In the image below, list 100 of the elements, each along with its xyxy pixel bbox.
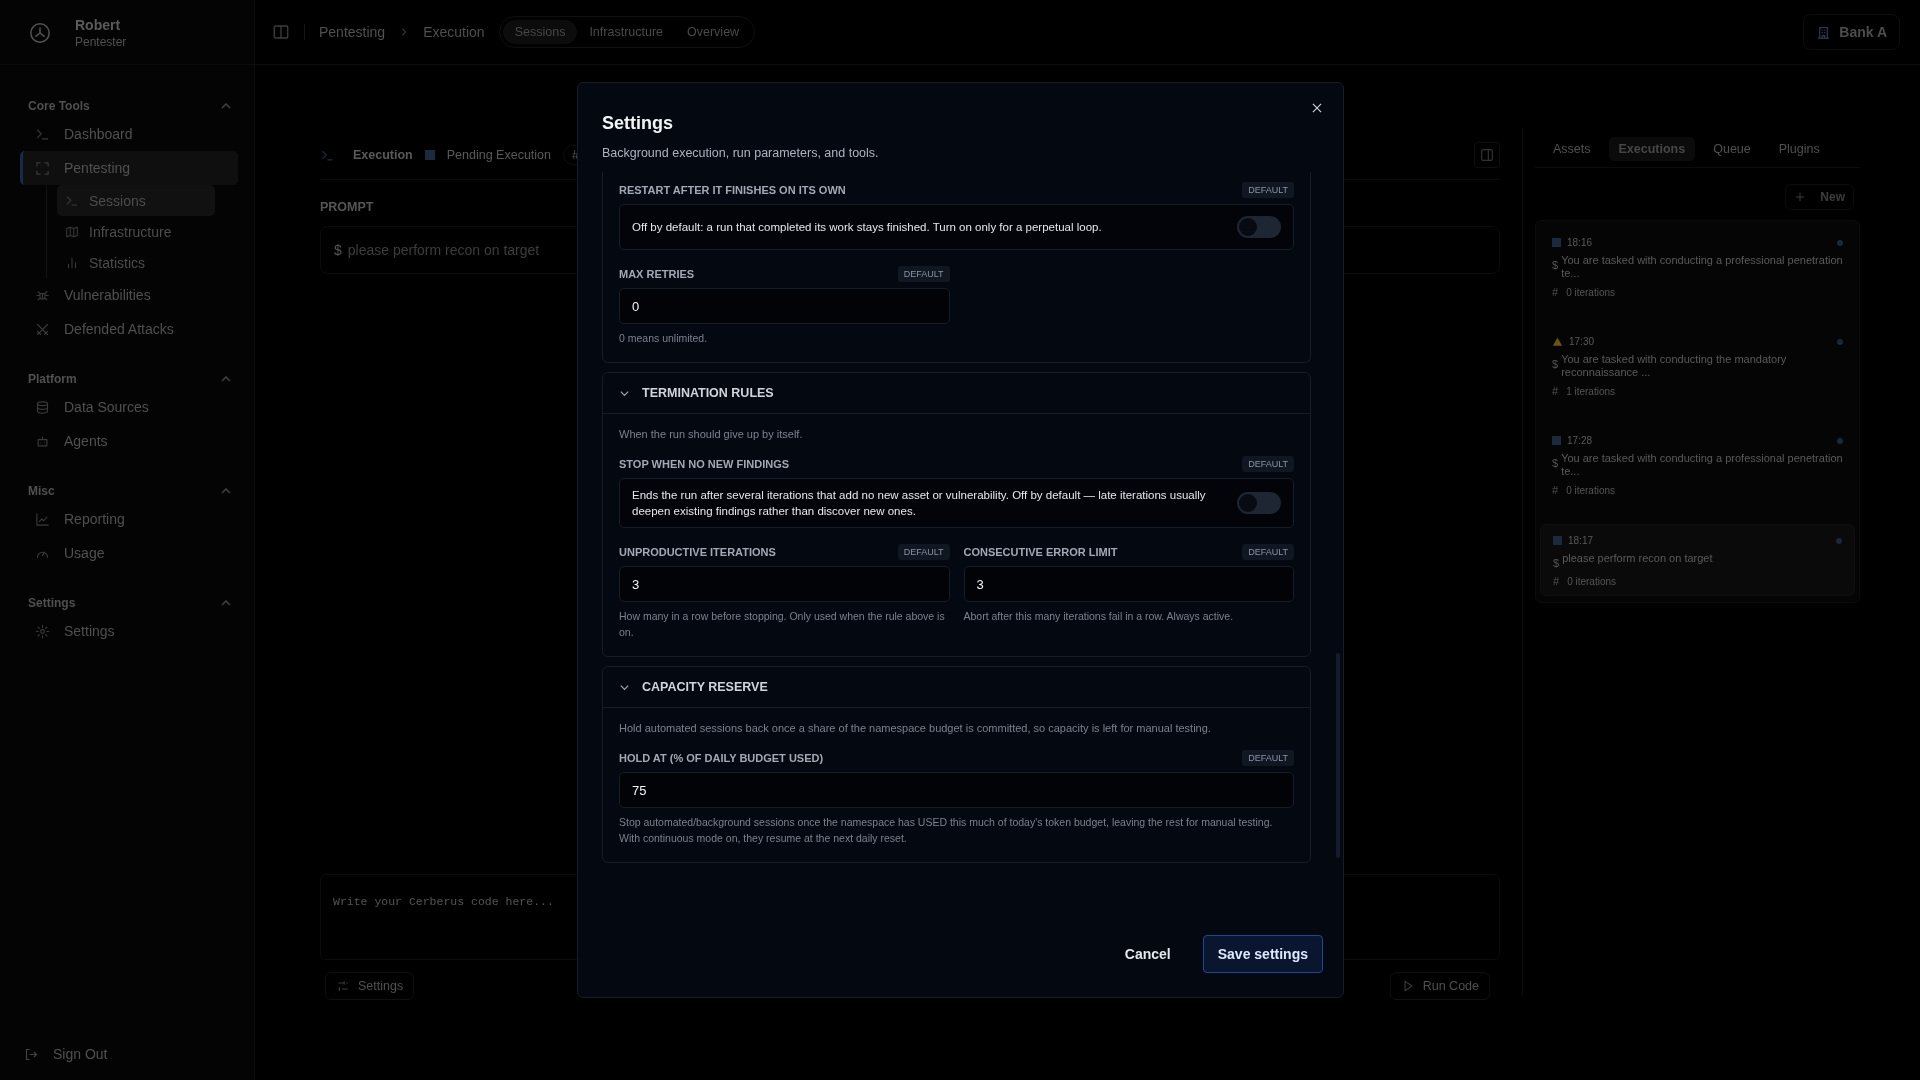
avatar-icon [29,22,51,44]
execution-prompt: You are tasked with conducting a professional penetration te... [1561,452,1843,478]
settings-button[interactable]: Settings [325,972,415,1000]
dot-icon [1836,537,1842,544]
panel-toggle-icon[interactable] [1474,142,1500,168]
number-field[interactable]: 0 [619,288,950,324]
nav-item[interactable]: Dashboard [20,117,238,151]
number-field[interactable]: 3 [963,566,1294,602]
dialog-subtitle: Background execution, run parameters, and tools. [602,146,880,160]
prompt-prefix: $ [1552,357,1559,372]
iteration-count: 1 iterations [1566,385,1616,397]
default-tag: DEFAULT [897,266,950,282]
group-title: Platform [28,372,77,386]
workspace-button[interactable]: Bank A [1803,14,1900,50]
section-header[interactable]: CAPACITY RESERVE [603,667,1310,708]
group-title: Core Tools [28,99,90,113]
execution-item[interactable]: 18:17 $ please perform recon on target # 0 iterations [1540,524,1855,596]
run-code-button[interactable]: Run Code [1389,972,1490,1000]
gear-icon [35,623,50,639]
nav-item[interactable]: Pentesting [20,151,238,185]
terminal-icon [65,193,79,208]
view-tab[interactable]: Sessions [502,20,578,44]
nav-item[interactable]: Data Sources [20,390,238,424]
panel-tab[interactable]: Assets [1543,137,1601,161]
toggle-description: Off by default: a run that completed its work stays finished. Turn on only for a perpetual loop. [632,220,1103,235]
field-hint: How many in a row before stopping. Only used when the rule above is on. [619,609,946,640]
toggle-description: Ends the run after several iterations that add no new asset or vulnerability. Off by default — late iterations usually deepen existing findings rather than discover new ones. [632,488,1207,519]
number-field[interactable]: 75 [619,772,1294,808]
nav-item[interactable]: Vulnerabilities [20,278,238,312]
prompt-prefix: $ [334,242,342,258]
sign-out-link[interactable]: Sign Out [0,1046,254,1080]
prompt-prefix: $ [1552,258,1559,273]
iteration-count: 0 iterations [1566,286,1616,298]
user-name: Robert [75,17,122,33]
prompt-prefix: $ [1553,556,1560,569]
view-tab[interactable]: Overview [675,20,752,44]
section-header[interactable]: TERMINATION RULES [603,373,1310,414]
save-button[interactable]: Save settings [1202,935,1323,973]
execution-item[interactable]: 17:30 $ You are tasked with conducting the mandatory reconnaissance ... # 1 iterations [1540,326,1855,405]
dot-icon [1837,437,1843,444]
breadcrumb-link[interactable]: Pentesting [319,24,386,40]
sign-out-icon [24,1046,39,1062]
database-icon [35,399,50,415]
iteration-count: 0 iterations [1566,484,1616,496]
nav-item[interactable]: Defended Attacks [20,312,238,346]
cancel-button[interactable]: Cancel [1116,936,1179,972]
nav-subitem[interactable]: Infrastructure [57,216,215,247]
count-prefix: # [1553,575,1560,587]
default-tag: DEFAULT [897,544,950,560]
execution-time: 17:28 [1567,435,1593,446]
field-label: UNPRODUCTIVE ITERATIONS [619,546,776,558]
execution-time: 18:17 [1568,535,1594,546]
field-label: STOP WHEN NO NEW FINDINGS [619,458,790,470]
panel-tab[interactable]: Executions [1608,137,1696,161]
nav-item[interactable]: Settings [20,614,238,648]
breadcrumb-link[interactable]: Execution [423,24,485,40]
map-icon [65,224,79,239]
panel-tab[interactable]: Plugins [1768,137,1830,161]
execution-item[interactable]: 18:16 $ You are tasked with conducting a professional penetration te... # 0 iterations [1540,227,1855,306]
count-prefix: # [1552,484,1559,496]
execution-prompt: please perform recon on target [1562,552,1713,566]
iteration-count: 0 iterations [1567,575,1617,587]
panel-tab[interactable]: Queue [1703,137,1761,161]
number-field[interactable]: 3 [619,566,950,602]
section-description: When the run should give up by itself. [619,428,804,440]
count-prefix: # [1552,385,1559,397]
line-chart-icon [35,511,50,527]
default-tag: DEFAULT [1242,456,1294,472]
view-tab[interactable]: Infrastructure [577,20,676,44]
nav-item[interactable]: Agents [20,424,238,458]
user-role: Pentester [75,35,127,49]
terminal-icon [35,126,50,142]
group-title: Settings [28,596,76,610]
execution-item[interactable]: 17:28 $ You are tasked with conducting a professional penetration te... # 0 iterations [1540,425,1855,504]
execution-time: 17:30 [1569,336,1595,347]
robot-icon [35,433,50,449]
field-label: RESTART AFTER IT FINISHES ON ITS OWN [619,184,846,196]
new-button[interactable]: New [1785,184,1854,210]
execution-status: Pending Execution [446,148,551,162]
dialog-title: Settings [602,113,674,134]
toggle-switch[interactable] [1237,216,1281,238]
field-label: CONSECUTIVE ERROR LIMIT [963,546,1118,558]
nav-item[interactable]: Usage [20,536,238,570]
dot-icon [1837,338,1843,345]
close-icon[interactable] [1310,101,1324,115]
sidebar-toggle-icon[interactable] [272,23,290,41]
nav-subitem[interactable]: Statistics [57,247,215,278]
execution-time: 18:16 [1567,237,1593,248]
prompt-label: PROMPT [320,200,375,214]
sliders-icon [336,979,350,993]
execution-prompt: You are tasked with conducting a professional penetration te... [1561,254,1843,280]
prompt-text: please perform recon on target [347,242,540,258]
nav-item[interactable]: Reporting [20,502,238,536]
frame-icon [35,160,50,176]
nav-subitem[interactable]: Sessions [57,185,215,216]
bar-chart-icon [65,255,79,270]
toggle-switch[interactable] [1237,492,1281,514]
prompt-prefix: $ [1552,456,1559,471]
plus-icon [1794,191,1807,203]
default-tag: DEFAULT [1242,544,1294,560]
